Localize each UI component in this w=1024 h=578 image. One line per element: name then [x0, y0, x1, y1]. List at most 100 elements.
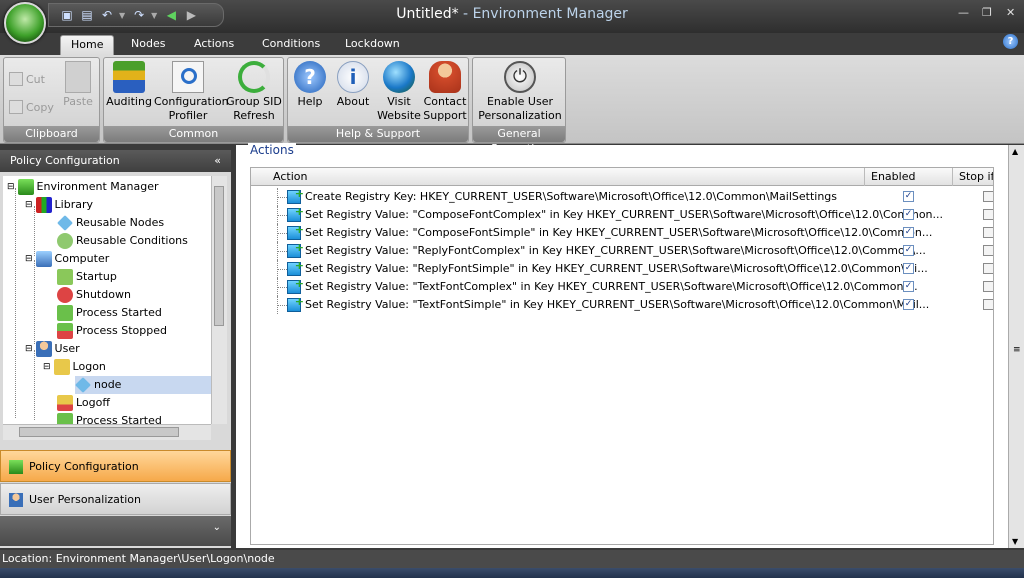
restore-icon[interactable]: ❐	[982, 6, 992, 19]
table-row[interactable]: Set Registry Value: "ComposeFontSimple" …	[251, 221, 993, 242]
copy-button[interactable]: Copy	[9, 100, 54, 114]
tree-item-computer[interactable]: ⊟ Computer	[25, 250, 109, 268]
chevron-down-icon[interactable]: ⌄	[213, 522, 221, 533]
table-row[interactable]: Set Registry Value: "ReplyFontSimple" in…	[251, 257, 993, 278]
collapse-icon[interactable]: ⊟	[7, 178, 15, 196]
tree-item-process-started-user[interactable]: Process Started	[57, 412, 162, 424]
nav-user-personalization[interactable]: User Personalization	[0, 483, 231, 515]
tab-lockdown[interactable]: Lockdown	[335, 35, 410, 55]
clipboard-group: Cut Copy Paste Clipboard	[3, 57, 100, 143]
back-arrow-icon[interactable]: ◀	[163, 7, 179, 23]
contact-support-button[interactable]: Contact Support	[422, 61, 468, 123]
about-button[interactable]: i About	[334, 61, 372, 109]
environment-manager-icon	[17, 179, 34, 195]
save-as-icon[interactable]: ▤	[79, 7, 95, 23]
action-cell: Set Registry Value: "TextFontSimple" in …	[287, 293, 929, 314]
tab-nodes[interactable]: Nodes	[121, 35, 175, 55]
enabled-checkbox[interactable]: ✓	[903, 299, 914, 310]
stop-if-fails-checkbox[interactable]	[983, 227, 993, 238]
table-row[interactable]: Create Registry Key: HKEY_CURRENT_USER\S…	[251, 185, 993, 206]
tab-home[interactable]: Home	[60, 35, 115, 55]
column-enabled[interactable]: Enabled	[865, 168, 953, 186]
tree-item-library[interactable]: ⊟ Library	[25, 196, 93, 214]
computer-icon	[35, 251, 52, 267]
table-row[interactable]: Set Registry Value: "TextFontComplex" in…	[251, 275, 993, 296]
help-support-group: ? Help i About Visit Website Contact Suppo…	[287, 57, 469, 143]
collapse-icon[interactable]: ⊟	[43, 358, 51, 376]
tree-item-process-stopped[interactable]: Process Stopped	[57, 322, 167, 340]
tree-item-user[interactable]: ⊟ User	[25, 340, 80, 358]
tree-item-reusable-conditions[interactable]: Reusable Conditions	[57, 232, 188, 250]
general-properties-group-label: General Properties	[473, 126, 565, 155]
general-properties-group: ⏻ Enable UserPersonalization General Pro…	[472, 57, 566, 155]
tree-vertical-scrollbar[interactable]	[211, 176, 227, 424]
stop-if-fails-checkbox[interactable]	[983, 245, 993, 256]
configuration-profiler-button[interactable]: Configuration Profiler	[154, 61, 229, 123]
tab-actions[interactable]: Actions	[184, 35, 244, 55]
collapse-icon[interactable]: ⊟	[25, 196, 33, 214]
nav-overflow-bar[interactable]: ⌄	[0, 516, 231, 546]
tree-item-node[interactable]: node	[75, 376, 211, 394]
paste-button[interactable]: Paste	[60, 61, 96, 109]
magnifier-document-icon	[172, 61, 204, 93]
cut-button[interactable]: Cut	[9, 72, 45, 86]
undo-dropdown-icon[interactable]: ▼	[119, 11, 125, 20]
nav-policy-configuration[interactable]: Policy Configuration	[0, 450, 231, 482]
save-icon[interactable]: ▣	[59, 7, 75, 23]
scroll-thumb[interactable]	[214, 186, 224, 326]
forward-arrow-icon[interactable]: ▶	[183, 7, 199, 23]
help-button[interactable]: ? Help	[292, 61, 328, 109]
close-icon[interactable]: ✕	[1006, 6, 1015, 19]
collapse-chevron-icon[interactable]: «	[214, 150, 221, 172]
column-action[interactable]: Action	[267, 168, 865, 186]
action-text: Create Registry Key: HKEY_CURRENT_USER\S…	[305, 190, 838, 203]
stop-if-fails-checkbox[interactable]	[983, 209, 993, 220]
visit-website-button[interactable]: Visit Website	[376, 61, 422, 123]
scroll-thumb[interactable]	[19, 427, 179, 437]
process-stopped-icon	[57, 323, 73, 339]
stop-if-fails-checkbox[interactable]	[983, 191, 993, 202]
tree-item-logoff[interactable]: Logoff	[57, 394, 110, 412]
enabled-checkbox[interactable]: ✓	[903, 245, 914, 256]
redo-icon[interactable]: ↷	[131, 7, 147, 23]
stop-if-fails-checkbox[interactable]	[983, 281, 993, 292]
undo-icon[interactable]: ↶	[99, 7, 115, 23]
stop-if-fails-checkbox[interactable]	[983, 263, 993, 274]
table-row[interactable]: Set Registry Value: "ComposeFontComplex"…	[251, 203, 993, 224]
scroll-up-icon[interactable]: ▲	[1012, 147, 1018, 156]
enabled-checkbox[interactable]: ✓	[903, 191, 914, 202]
right-vertical-scrollbar[interactable]: ▲ ≡ ▼	[1008, 145, 1024, 548]
scroll-down-icon[interactable]: ▼	[1012, 537, 1018, 546]
enabled-checkbox[interactable]: ✓	[903, 209, 914, 220]
enabled-checkbox[interactable]: ✓	[903, 227, 914, 238]
group-sid-refresh-button[interactable]: Group SID Refresh	[226, 61, 282, 123]
tree-item-shutdown[interactable]: Shutdown	[57, 286, 131, 304]
enable-user-personalization-button[interactable]: ⏻ Enable User Personalization	[477, 61, 563, 123]
table-row[interactable]: Set Registry Value: "TextFontSimple" in …	[251, 293, 993, 314]
redo-dropdown-icon[interactable]: ▼	[151, 11, 157, 20]
tree-item-logon[interactable]: ⊟ Logon	[43, 358, 106, 376]
tree-item-reusable-nodes[interactable]: Reusable Nodes	[57, 214, 164, 232]
help-icon[interactable]: ?	[1003, 34, 1018, 49]
table-row[interactable]: Set Registry Value: "ReplyFontComplex" i…	[251, 239, 993, 260]
tree-item-environment-manager[interactable]: ⊟ Environment Manager	[7, 178, 159, 196]
enabled-checkbox[interactable]: ✓	[903, 263, 914, 274]
status-bar: Location: Environment Manager\User\Logon…	[0, 550, 1024, 568]
tree-item-startup[interactable]: Startup	[57, 268, 117, 286]
auditing-button[interactable]: Auditing	[106, 61, 152, 109]
application-orb[interactable]	[4, 2, 46, 44]
tree-item-process-started[interactable]: Process Started	[57, 304, 162, 322]
tree-horizontal-scrollbar[interactable]	[3, 424, 211, 440]
enabled-checkbox[interactable]: ✓	[903, 281, 914, 292]
column-stop-if-fails[interactable]: Stop if f	[953, 168, 993, 186]
ribbon: Cut Copy Paste Clipboard Auditing Config…	[0, 55, 1024, 155]
tab-conditions[interactable]: Conditions	[252, 35, 330, 55]
help-support-group-label: Help & Support	[288, 126, 468, 142]
collapse-icon[interactable]: ⊟	[25, 250, 33, 268]
minimize-icon[interactable]: —	[958, 6, 969, 19]
collapse-icon[interactable]: ⊟	[25, 340, 33, 358]
actions-panel: Actions Action Enabled Stop if f Create …	[236, 143, 1008, 548]
app-window: Untitled* - Environment Manager ▣ ▤ ↶ ▼ ↷…	[0, 0, 1024, 578]
stop-if-fails-checkbox[interactable]	[983, 299, 993, 310]
taskbar	[0, 568, 1024, 578]
